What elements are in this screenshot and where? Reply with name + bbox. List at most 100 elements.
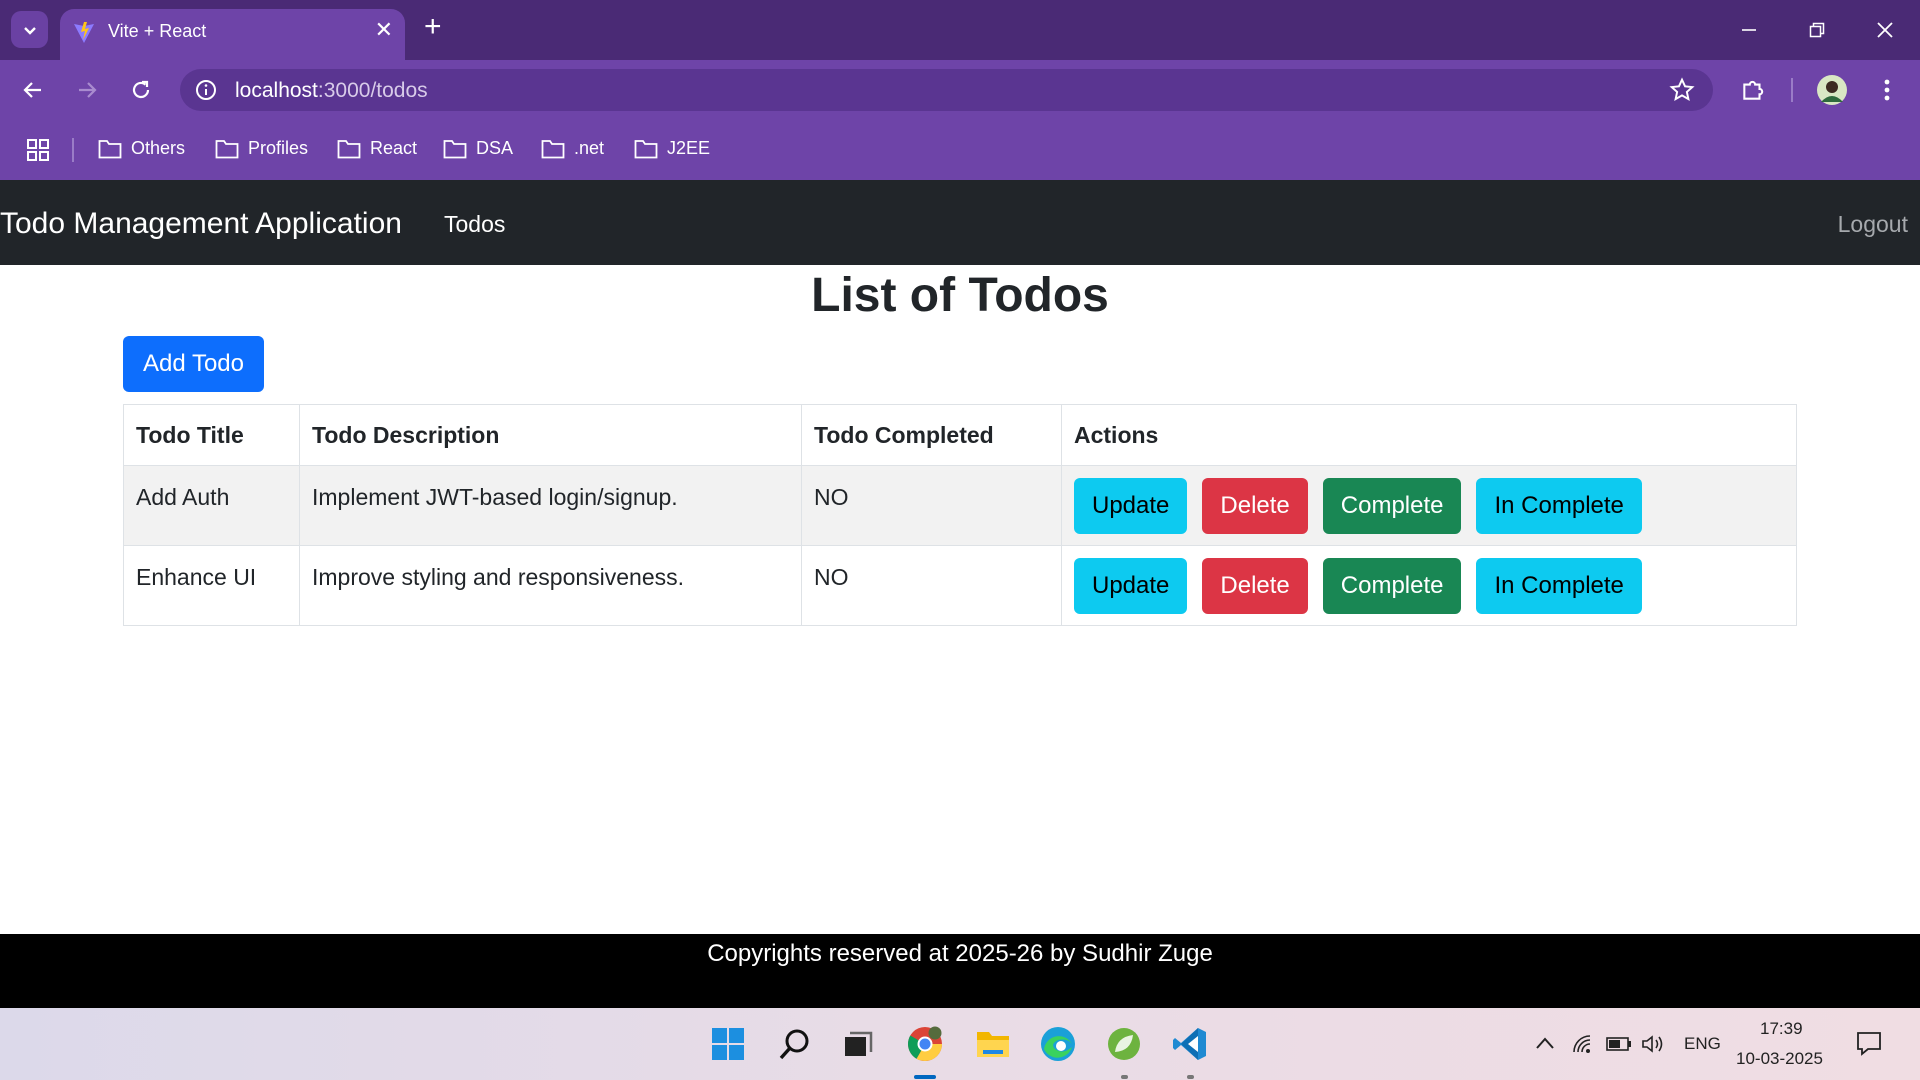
browser-menu-button[interactable] [1870, 73, 1904, 107]
folder-icon [634, 139, 658, 158]
app-navbar: Todo Management Application Todos Logout [0, 180, 1920, 265]
avatar-icon [1817, 75, 1847, 105]
table-row: Add Auth Implement JWT-based login/signu… [123, 465, 1797, 546]
start-button[interactable] [708, 1024, 748, 1064]
restore-icon [1809, 22, 1825, 38]
restore-button[interactable] [1782, 0, 1852, 60]
spring-leaf-icon [1108, 1028, 1140, 1060]
complete-button[interactable]: Complete [1322, 478, 1462, 534]
arrow-left-icon [23, 82, 41, 98]
windows-taskbar: ENG 17:39 10-03-2025 [0, 1008, 1920, 1080]
site-info-icon[interactable] [194, 78, 218, 102]
todo-title-cell: Add Auth [123, 465, 300, 546]
bookmark-label: .net [574, 138, 605, 158]
nav-link-todos[interactable]: Todos [444, 211, 505, 238]
delete-button[interactable]: Delete [1202, 478, 1308, 534]
column-header: Todo Description [299, 404, 802, 466]
bookmark-dotnet[interactable]: .net [541, 138, 604, 159]
add-todo-button[interactable]: Add Todo [123, 336, 264, 392]
arrow-right-icon [79, 82, 97, 98]
notification-icon[interactable] [1856, 1030, 1882, 1056]
bookmark-j2ee[interactable]: J2EE [634, 138, 710, 159]
close-tab-icon[interactable]: ✕ [375, 17, 393, 43]
forward-button[interactable] [70, 73, 104, 107]
reload-button[interactable] [124, 73, 158, 107]
new-tab-icon[interactable]: + [424, 10, 442, 44]
todo-actions-cell: Update Delete Complete In Complete [1061, 465, 1797, 546]
footer-text: Copyrights reserved at 2025-26 by Sudhir… [707, 940, 1213, 967]
running-indicator [1187, 1075, 1194, 1079]
browser-toolbar: localhost:3000/todos [0, 60, 1920, 120]
folder-icon [443, 139, 467, 158]
volume-icon[interactable] [1641, 1034, 1665, 1054]
bookmark-label: React [370, 138, 418, 158]
address-bar[interactable]: localhost:3000/todos [180, 69, 1713, 111]
bookmark-label: J2EE [667, 138, 711, 158]
bookmark-profiles[interactable]: Profiles [215, 138, 308, 159]
bookmark-others[interactable]: Others [98, 138, 185, 159]
todo-actions-cell: Update Delete Complete In Complete [1061, 545, 1797, 626]
clock-time[interactable]: 17:39 [1760, 1019, 1803, 1039]
bookmark-star-icon[interactable] [1669, 77, 1695, 103]
minimize-icon [1742, 29, 1756, 31]
browser-tab-bar: Vite + React ✕ + [0, 0, 1920, 60]
todo-title-cell: Enhance UI [123, 545, 300, 626]
taskbar-chrome[interactable] [905, 1024, 945, 1064]
folder-icon [541, 139, 565, 158]
url-text: localhost:3000/todos [235, 79, 428, 103]
page-title: List of Todos [811, 269, 1109, 322]
column-header: Todo Completed [801, 404, 1062, 466]
tab-search-button[interactable] [11, 11, 48, 48]
running-indicator [1121, 1075, 1128, 1079]
taskbar-file-explorer[interactable] [973, 1024, 1013, 1064]
windows-logo-icon [712, 1028, 744, 1060]
puzzle-icon [1743, 80, 1764, 100]
nav-link-logout[interactable]: Logout [1838, 211, 1908, 238]
clock-date[interactable]: 10-03-2025 [1736, 1049, 1823, 1069]
wifi-icon[interactable] [1572, 1034, 1594, 1054]
more-vertical-icon [1884, 79, 1890, 101]
complete-button[interactable]: Complete [1322, 558, 1462, 614]
bookmarks-bar: Others Profiles React DSA .net J2EE [0, 120, 1920, 180]
incomplete-button[interactable]: In Complete [1476, 478, 1642, 534]
folder-icon [98, 139, 122, 158]
tab-title: Vite + React [108, 21, 207, 41]
vscode-icon [1173, 1028, 1206, 1060]
back-button[interactable] [16, 73, 50, 107]
update-button[interactable]: Update [1074, 558, 1188, 614]
incomplete-button[interactable]: In Complete [1476, 558, 1642, 614]
language-indicator[interactable]: ENG [1684, 1034, 1721, 1054]
chevron-down-icon [23, 26, 36, 35]
delete-button[interactable]: Delete [1202, 558, 1308, 614]
bookmark-label: DSA [476, 138, 514, 158]
toolbar-divider [1791, 78, 1793, 102]
app-brand[interactable]: Todo Management Application [0, 207, 402, 241]
url-path: :3000/todos [317, 79, 428, 102]
profile-avatar[interactable] [1815, 73, 1849, 107]
taskbar-edge[interactable] [1038, 1024, 1078, 1064]
minimize-button[interactable] [1714, 0, 1784, 60]
bookmark-label: Profiles [248, 138, 309, 158]
task-view-icon [845, 1031, 873, 1056]
bookmark-react[interactable]: React [337, 138, 417, 159]
folder-icon [337, 139, 361, 158]
task-view-button[interactable] [838, 1024, 878, 1064]
column-header: Todo Title [123, 404, 300, 466]
active-app-indicator [914, 1075, 936, 1079]
reload-icon [132, 80, 150, 99]
taskbar-vscode[interactable] [1170, 1024, 1210, 1064]
bookmarks-divider [72, 138, 74, 162]
extensions-button[interactable] [1736, 73, 1770, 107]
taskbar-spring-tool[interactable] [1104, 1024, 1144, 1064]
browser-tab-active[interactable]: Vite + React ✕ [60, 9, 405, 60]
app-footer: Copyrights reserved at 2025-26 by Sudhir… [0, 934, 1920, 1008]
todo-description-cell: Improve styling and responsiveness. [299, 545, 802, 626]
taskbar-search[interactable] [775, 1024, 815, 1064]
battery-icon[interactable] [1606, 1036, 1632, 1052]
todo-description-cell: Implement JWT-based login/signup. [299, 465, 802, 546]
update-button[interactable]: Update [1074, 478, 1188, 534]
apps-grid-icon[interactable] [26, 138, 50, 162]
bookmark-dsa[interactable]: DSA [443, 138, 513, 159]
chevron-up-icon[interactable] [1535, 1036, 1555, 1050]
close-window-button[interactable] [1850, 0, 1920, 60]
